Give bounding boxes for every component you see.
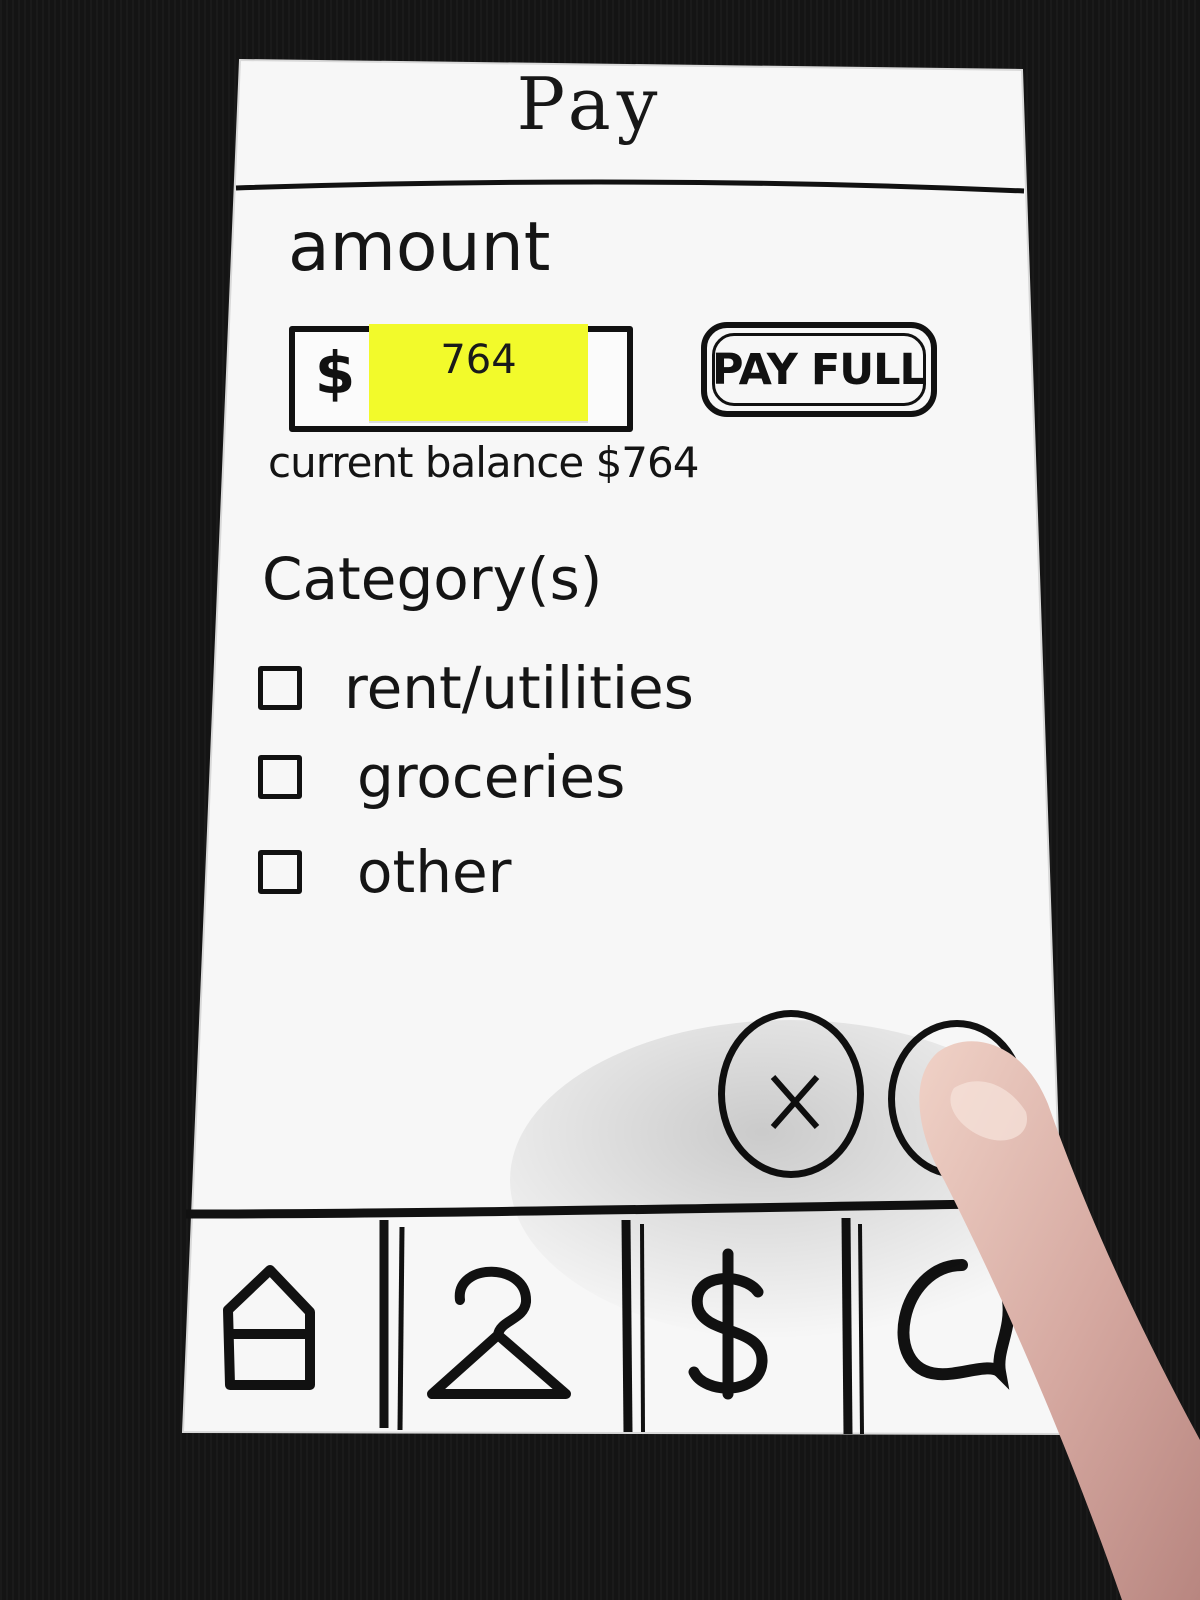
paper-prototype: Pay amount $ 764 PAY FULL current balanc… (0, 0, 1200, 1600)
hand-overlay (510, 1020, 1200, 1600)
